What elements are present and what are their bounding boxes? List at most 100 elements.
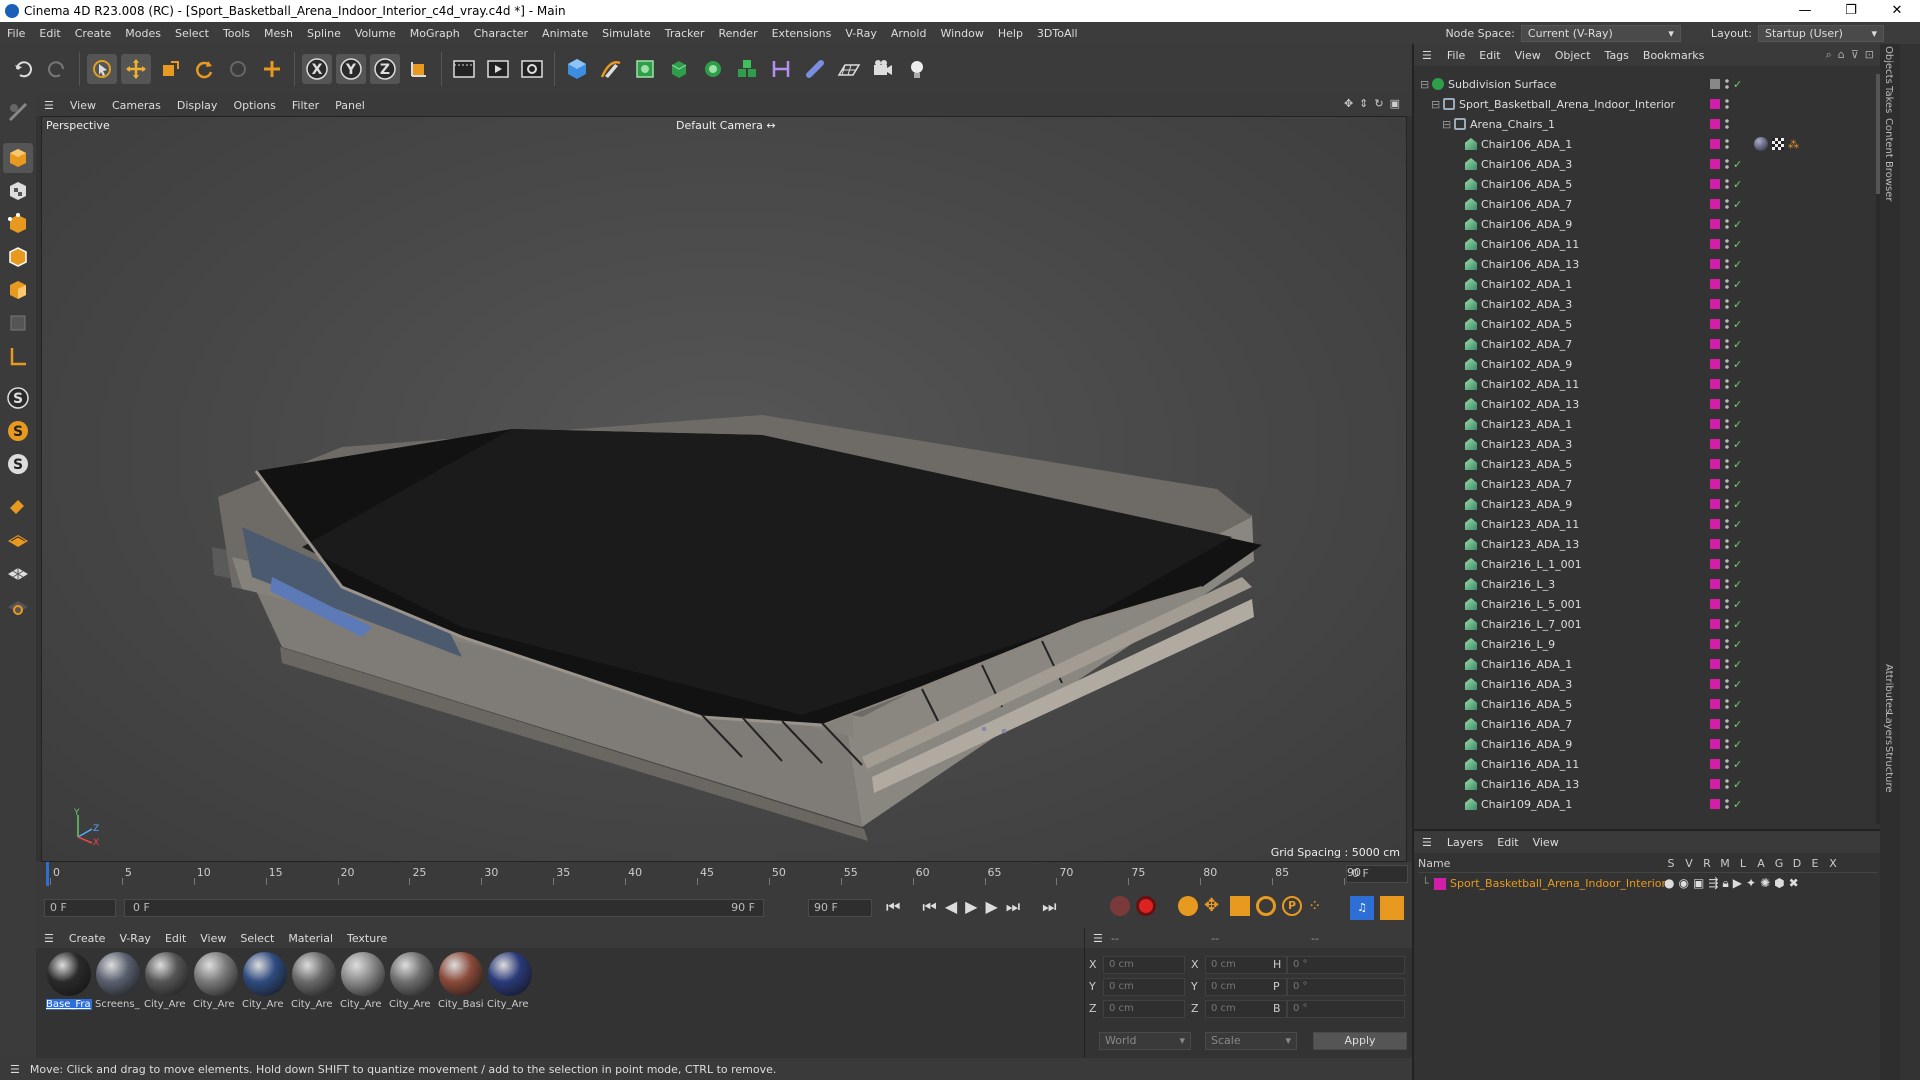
snap-settings-icon[interactable]: S [3, 416, 33, 446]
render-settings-icon[interactable] [517, 54, 547, 84]
object-name[interactable]: Chair116_ADA_5 [1481, 698, 1572, 711]
layer-color-tag[interactable] [1710, 119, 1720, 129]
mograph-cloner-icon[interactable] [732, 54, 762, 84]
menu-select[interactable]: Select [168, 27, 216, 40]
material-swatch[interactable]: City_Are [340, 952, 386, 1010]
enabled-check-icon[interactable]: ✓ [1733, 298, 1742, 311]
texture-mode-icon[interactable] [3, 176, 33, 206]
material-menu-material[interactable]: Material [281, 932, 340, 945]
object-row[interactable]: Chair102_ADA_13 ✓ [1414, 394, 1882, 414]
visibility-dots[interactable] [1725, 158, 1729, 170]
rotate-view-icon[interactable]: ↻ [1374, 97, 1383, 110]
enabled-check-icon[interactable]: ✓ [1733, 458, 1742, 471]
tweak-mode-icon[interactable] [3, 491, 33, 521]
object-row[interactable]: Chair106_ADA_3 ✓ [1414, 154, 1882, 174]
menu-arnold[interactable]: Arnold [884, 27, 934, 40]
visibility-dots[interactable] [1725, 298, 1729, 310]
object-name[interactable]: Chair116_ADA_13 [1481, 778, 1579, 791]
viewport-menu-cameras[interactable]: Cameras [104, 99, 169, 112]
object-menu-edit[interactable]: Edit [1472, 49, 1507, 62]
object-name[interactable]: Chair123_ADA_9 [1481, 498, 1572, 511]
menu-window[interactable]: Window [933, 27, 990, 40]
points-mode-icon[interactable] [3, 209, 33, 239]
object-name[interactable]: Chair102_ADA_3 [1481, 298, 1572, 311]
key-position-icon[interactable]: ✥ [1204, 896, 1224, 916]
maximize-button[interactable]: ❐ [1828, 0, 1874, 22]
render-view-icon[interactable] [449, 54, 479, 84]
enabled-check-icon[interactable]: ✓ [1733, 438, 1742, 451]
visibility-dots[interactable] [1725, 258, 1729, 270]
next-frame-icon[interactable]: ▶ [985, 897, 997, 917]
layer-menu-view[interactable]: View [1526, 836, 1566, 849]
object-row[interactable]: Chair106_ADA_13 ✓ [1414, 254, 1882, 274]
visibility-dots[interactable] [1725, 238, 1729, 250]
material-swatch[interactable]: City_Are [242, 952, 288, 1010]
visibility-dots[interactable] [1725, 698, 1729, 710]
workplane-snap-icon[interactable]: S [3, 449, 33, 479]
menu-edit[interactable]: Edit [32, 27, 67, 40]
minimize-button[interactable]: — [1782, 0, 1828, 22]
object-row[interactable]: Chair102_ADA_11 ✓ [1414, 374, 1882, 394]
visibility-dots[interactable] [1725, 638, 1729, 650]
menu-tracker[interactable]: Tracker [658, 27, 712, 40]
visibility-dots[interactable] [1725, 458, 1729, 470]
layer-row[interactable]: └ Sport_Basketball_Arena_Indoor_Interior… [1418, 875, 1878, 893]
object-row[interactable]: Chair123_ADA_3 ✓ [1414, 434, 1882, 454]
layer-color-tag[interactable] [1710, 299, 1720, 309]
object-row[interactable]: ⊟ Sport_Basketball_Arena_Indoor_Interior [1414, 94, 1882, 114]
layer-color-tag[interactable] [1710, 219, 1720, 229]
menu-extensions[interactable]: Extensions [765, 27, 839, 40]
object-row[interactable]: Chair106_ADA_5 ✓ [1414, 174, 1882, 194]
start-frame-field[interactable]: 0 F [44, 899, 116, 917]
live-select-icon[interactable] [223, 54, 253, 84]
object-name[interactable]: Chair102_ADA_7 [1481, 338, 1572, 351]
end-frame-field[interactable]: 90 F [808, 899, 872, 917]
layer-column-s[interactable]: S [1662, 857, 1680, 870]
object-name[interactable]: Arena_Chairs_1 [1470, 118, 1555, 131]
object-menu-bookmarks[interactable]: Bookmarks [1636, 49, 1711, 62]
hamburger-icon[interactable]: ☰ [36, 932, 62, 945]
layer-column-l[interactable]: L [1734, 857, 1752, 870]
layer-color-tag[interactable] [1710, 459, 1720, 469]
menu-animate[interactable]: Animate [535, 27, 595, 40]
visibility-dots[interactable] [1725, 198, 1729, 210]
layer-color-tag[interactable] [1710, 159, 1720, 169]
material-menu-v-ray[interactable]: V-Ray [112, 932, 158, 945]
rotate-tool-icon[interactable] [189, 54, 219, 84]
locked-workplane-icon[interactable] [3, 590, 33, 620]
material-menu-texture[interactable]: Texture [340, 932, 394, 945]
enabled-check-icon[interactable]: ✓ [1733, 278, 1742, 291]
filter-icon[interactable]: ⊽ [1851, 48, 1859, 62]
deformer-icon[interactable] [766, 54, 796, 84]
layer-color-tag[interactable] [1710, 719, 1720, 729]
edges-mode-icon[interactable] [3, 242, 33, 272]
grid-workplane-icon[interactable] [3, 557, 33, 587]
visibility-dots[interactable] [1725, 118, 1729, 130]
object-name[interactable]: Sport_Basketball_Arena_Indoor_Interior [1459, 98, 1675, 111]
material-swatch[interactable]: Screens_ [95, 952, 141, 1010]
object-name[interactable]: Chair123_ADA_13 [1481, 538, 1579, 551]
object-name[interactable]: Subdivision Surface [1448, 78, 1556, 91]
key-pla-icon[interactable]: ⁘ [1308, 896, 1328, 916]
menu-create[interactable]: Create [68, 27, 119, 40]
object-row[interactable]: Chair116_ADA_11 ✓ [1414, 754, 1882, 774]
object-name[interactable]: Chair123_ADA_3 [1481, 438, 1572, 451]
key-rotation-icon[interactable] [1256, 896, 1276, 916]
object-menu-view[interactable]: View [1508, 49, 1548, 62]
lock-icon[interactable]: 🔒︎ [1722, 876, 1728, 891]
object-row[interactable]: Chair123_ADA_13 ✓ [1414, 534, 1882, 554]
object-name[interactable]: Chair216_L_7_001 [1481, 618, 1582, 631]
autokey-icon[interactable] [1136, 896, 1156, 916]
layer-color-tag[interactable] [1710, 739, 1720, 749]
object-row[interactable]: Chair123_ADA_1 ✓ [1414, 414, 1882, 434]
menu-volume[interactable]: Volume [348, 27, 403, 40]
object-row[interactable]: Chair116_ADA_1 ✓ [1414, 654, 1882, 674]
object-name[interactable]: Chair216_L_5_001 [1481, 598, 1582, 611]
layer-name[interactable]: Sport_Basketball_Arena_Indoor_Interior [1450, 877, 1666, 890]
enabled-check-icon[interactable]: ✓ [1733, 478, 1742, 491]
layer-color-tag[interactable] [1710, 99, 1720, 109]
enabled-check-icon[interactable]: ✓ [1733, 678, 1742, 691]
enabled-check-icon[interactable]: ✓ [1733, 538, 1742, 551]
object-name[interactable]: Chair102_ADA_9 [1481, 358, 1572, 371]
enabled-check-icon[interactable]: ✓ [1733, 78, 1742, 91]
